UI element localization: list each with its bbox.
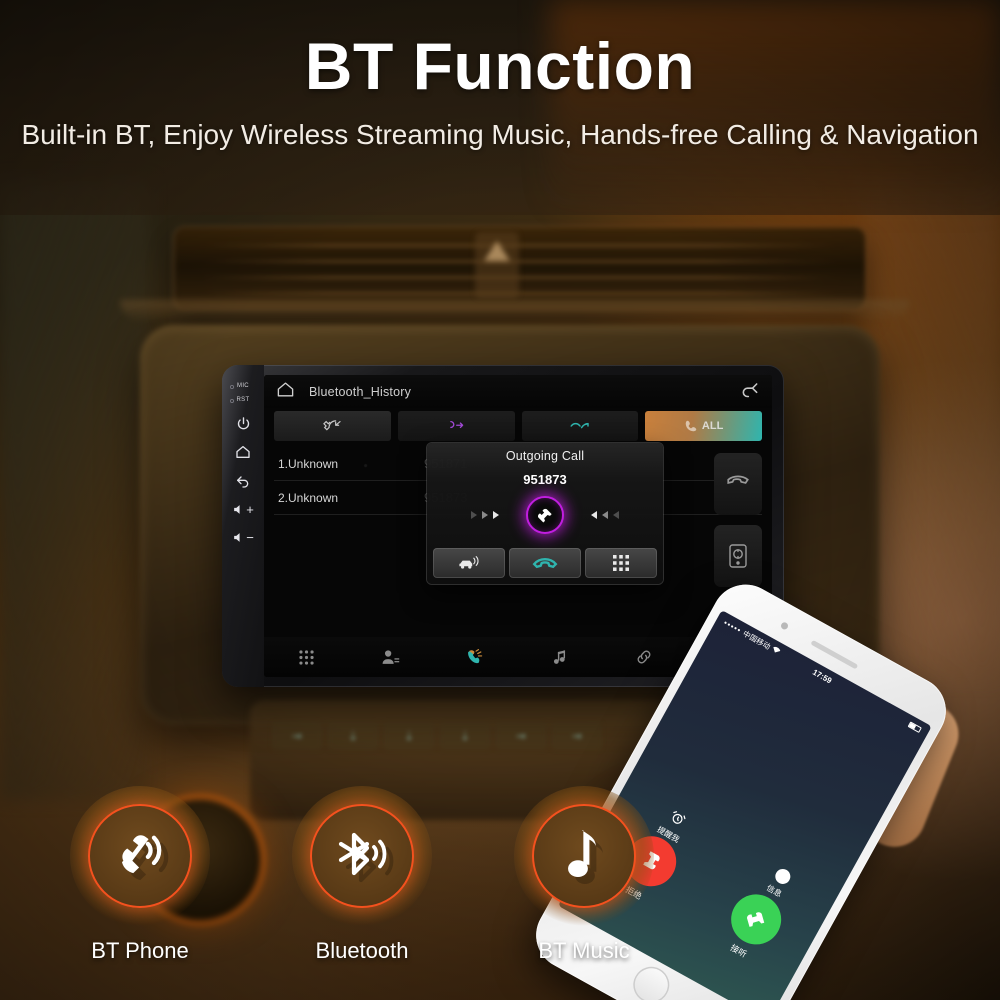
carrier-label: 中国移动: [741, 628, 773, 651]
phone-waves-icon: [113, 827, 167, 886]
screen-title: Bluetooth_History: [309, 384, 412, 399]
feature-label: BT Phone: [91, 938, 189, 963]
call-arrows-right: [591, 511, 619, 519]
call-log-name: 1.Unknown: [278, 456, 339, 471]
contacts-icon[interactable]: [381, 648, 400, 667]
message-button[interactable]: 信息: [764, 866, 794, 902]
phone-front-camera: [779, 621, 790, 631]
volume-up-label: +: [246, 502, 254, 517]
keypad-grid-icon[interactable]: [585, 548, 657, 578]
screen-side-buttons: [714, 453, 762, 597]
call-filter-tabs[interactable]: ALL: [274, 411, 762, 441]
back-icon[interactable]: [235, 473, 251, 489]
volume-up-button[interactable]: +: [232, 502, 254, 517]
phone-sync-icon[interactable]: [714, 525, 762, 587]
battery-icon: [907, 721, 922, 733]
feature-bt-phone[interactable]: BT Phone: [62, 786, 218, 964]
volume-down-label: −: [246, 530, 254, 545]
reset-label: RST: [229, 397, 250, 403]
tab-missed-calls[interactable]: [521, 411, 639, 441]
tab-all-calls[interactable]: ALL: [645, 411, 762, 441]
tab-all-label: ALL: [701, 420, 724, 432]
home-icon[interactable]: [235, 444, 251, 460]
home-icon[interactable]: [276, 380, 295, 404]
hangup-handset-icon[interactable]: [509, 548, 581, 578]
volume-down-button[interactable]: −: [232, 530, 254, 545]
car-audio-icon[interactable]: [433, 548, 505, 578]
link-chain-icon[interactable]: [634, 647, 654, 667]
page-subtitle: Built-in BT, Enjoy Wireless Streaming Mu…: [21, 119, 979, 150]
phone-active-icon[interactable]: [465, 648, 484, 667]
page-header: BT Function Built-in BT, Enjoy Wireless …: [0, 0, 1000, 153]
music-note-icon: [559, 826, 609, 887]
wifi-icon: [770, 645, 781, 657]
feature-badges: BT Phone Bluetooth BT Music: [62, 786, 662, 964]
feature-bt-music[interactable]: BT Music: [506, 786, 662, 964]
message-dot-icon: [772, 866, 793, 887]
apps-grid-icon[interactable]: [297, 648, 316, 667]
handset-icon[interactable]: [714, 453, 762, 515]
phone-clock: 17:59: [811, 667, 834, 685]
feature-label: BT Music: [538, 938, 630, 963]
alarm-icon: [666, 808, 687, 830]
feature-label: Bluetooth: [315, 938, 409, 963]
dialog-title: Outgoing Call: [505, 449, 585, 463]
tab-incoming-calls[interactable]: [274, 411, 391, 441]
back-arrow-icon[interactable]: [740, 379, 760, 404]
calling-animation: [427, 493, 663, 537]
power-icon[interactable]: [236, 416, 251, 431]
tab-outgoing-calls[interactable]: [397, 411, 515, 441]
music-note-icon[interactable]: [550, 648, 569, 667]
answer-call-label: 接听: [728, 942, 749, 960]
head-unit-hardware-bezel: MIC RST + −: [222, 365, 264, 687]
page-title: BT Function: [304, 29, 696, 103]
call-arrows-left: [471, 511, 499, 519]
screen-title-bar: Bluetooth_History: [264, 375, 772, 408]
feature-bluetooth[interactable]: Bluetooth: [284, 786, 440, 964]
signal-dots: •••••: [722, 617, 744, 635]
call-log-name: 2.Unknown: [278, 490, 339, 505]
dialog-action-buttons[interactable]: [433, 548, 657, 578]
outgoing-call-dialog: Outgoing Call 951873: [427, 443, 663, 584]
head-unit-screen: Bluetooth_History ALL 1.Unknown 2.Unknow…: [264, 375, 772, 677]
handset-ringing-icon: [526, 496, 564, 534]
mic-label: MIC: [230, 383, 249, 389]
dialog-number: 951873: [523, 472, 567, 487]
bluetooth-waves-icon: [334, 826, 390, 887]
screenshot-stage: ⇝ ⇣ ⇣ ⇣ ⇝ ⇝ BT Function Built-in BT, Enj…: [0, 0, 1000, 1000]
